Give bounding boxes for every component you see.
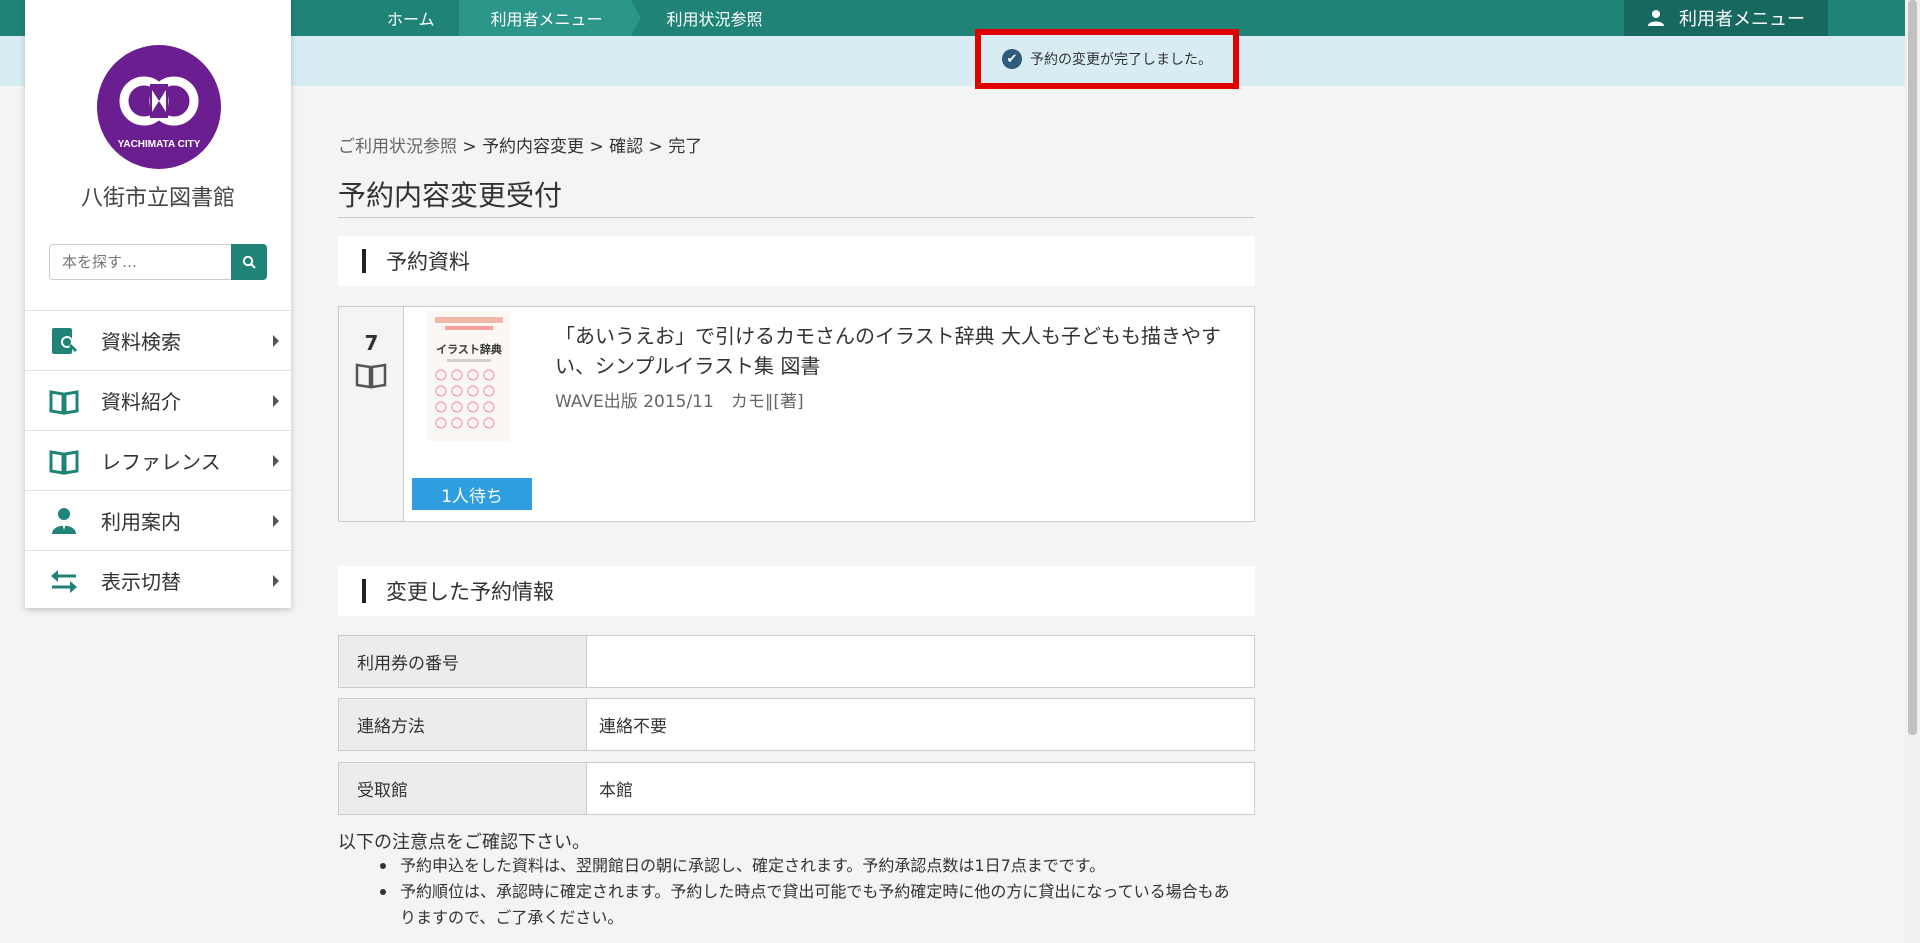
switch-arrows-icon [49,566,79,596]
user-menu-button[interactable]: 利用者メニュー [1624,0,1828,36]
page-breadcrumb: ご利用状況参照 > 予約内容変更 > 確認 > 完了 [338,137,703,157]
section-changed-reservation: 変更した予約情報 [338,566,1255,616]
open-book-icon [49,386,79,416]
search-button[interactable] [231,244,267,280]
item-number-cell: 7 [339,307,404,521]
info-row-contact-method: 連絡方法 連絡不要 [338,698,1255,751]
city-logo[interactable]: YACHIMATA CITY [96,44,222,170]
section-reserved-material: 予約資料 [338,236,1255,286]
chevron-right-icon [273,515,279,527]
user-menu-label: 利用者メニュー [1679,9,1805,30]
notes-heading: 以下の注意点をご確認下さい。 [338,832,590,853]
crumb-user-menu[interactable]: 利用者メニュー [458,0,641,36]
info-row-card-number: 利用券の番号 [338,635,1255,688]
sidebar-item-material-intro[interactable]: 資料紹介 [25,370,291,430]
list-item: 予約順位は、承認時に確定されます。予約した時点で貸出可能でも予約確定時に他の方に… [380,879,1240,931]
chevron-right-icon [273,395,279,407]
info-row-pickup-library: 受取館 本館 [338,762,1255,815]
item-meta: WAVE出版 2015/11 カモ∥[著] [555,392,804,412]
sidebar-item-display-switch[interactable]: 表示切替 [25,550,291,610]
breadcrumb-link-usage[interactable]: ご利用状況参照 [338,137,457,157]
book-cover-image[interactable]: イラスト辞典 [427,311,511,441]
list-item: 予約申込をした資料は、翌開館日の朝に承認し、確定されます。予約承認点数は1日7点… [380,853,1240,879]
success-message: ✔ 予約の変更が完了しました。 [975,29,1239,89]
book-search-icon [49,326,79,356]
top-breadcrumb: ホーム 利用者メニュー 利用状況参照 [291,0,787,36]
sidebar-item-guide[interactable]: 利用案内 [25,490,291,550]
reserved-item-card: 7 イラスト辞典 1人待ち 「あいうえお」で引けるカモさんのイラスト辞典 大人も… [338,306,1255,522]
svg-text:YACHIMATA CITY: YACHIMATA CITY [118,139,201,150]
chevron-right-icon [273,575,279,587]
item-title[interactable]: 「あいうえお」で引けるカモさんのイラスト辞典 大人も子どもも描きやすい、シンプル… [555,321,1235,381]
sidebar-nav: 資料検索 資料紹介 レファレンス 利用案内 表示切替 [25,310,291,610]
svg-text:イラスト辞典: イラスト辞典 [436,342,502,356]
check-circle-icon: ✔ [1002,49,1022,69]
scrollbar-thumb[interactable] [1908,0,1917,735]
book-icon [355,363,387,389]
page-title: 予約内容変更受付 [338,174,1255,218]
waiting-count-badge: 1人待ち [412,478,532,510]
sidebar-item-material-search[interactable]: 資料検索 [25,310,291,370]
library-name: 八街市立図書館 [80,186,235,211]
chevron-right-icon [273,335,279,347]
search-box [49,244,267,280]
crumb-home[interactable]: ホーム [291,0,459,36]
crumb-usage-status: 利用状況参照 [666,10,763,29]
librarian-icon [49,506,79,536]
notes-list: 予約申込をした資料は、翌開館日の朝に承認し、確定されます。予約承認点数は1日7点… [380,853,1240,931]
user-icon [1648,10,1664,26]
page-scrollbar[interactable] [1905,0,1920,943]
success-message-text: 予約の変更が完了しました。 [1030,52,1212,68]
item-number: 7 [364,331,379,355]
search-icon [242,255,256,269]
sidebar-item-reference[interactable]: レファレンス [25,430,291,490]
open-book-icon [49,446,79,476]
sidebar: YACHIMATA CITY 八街市立図書館 資料検索 資料紹介 レファレン [25,0,291,608]
chevron-right-icon [273,455,279,467]
search-input[interactable] [49,244,231,280]
